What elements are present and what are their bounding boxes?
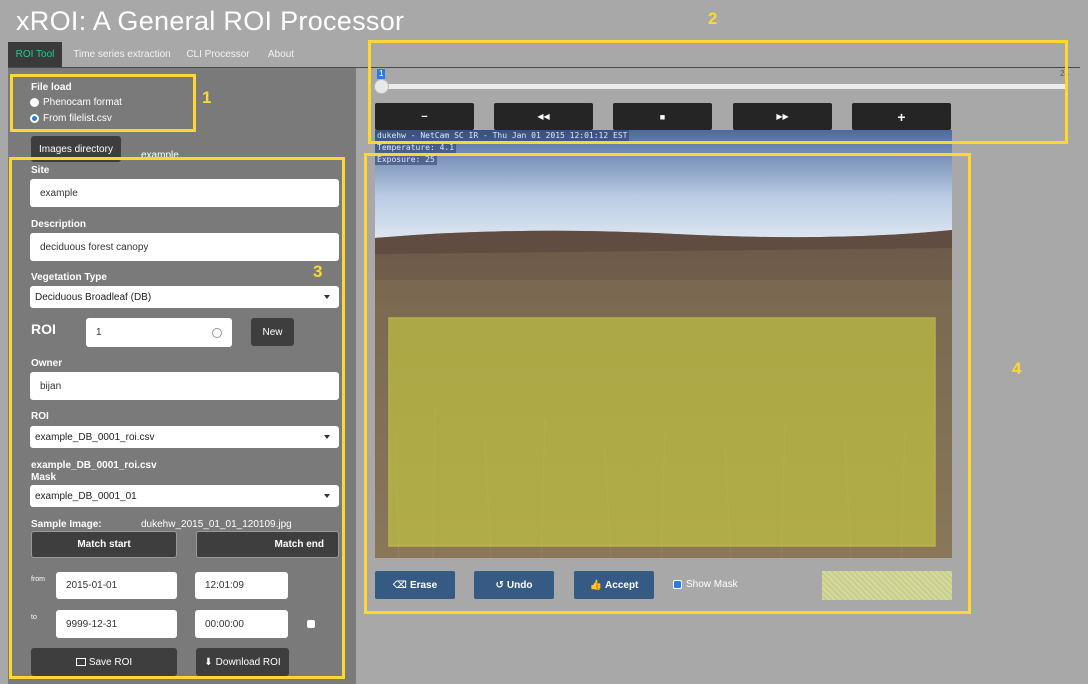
- annotation-box-1: [10, 74, 196, 132]
- tab-cli-processor[interactable]: CLI Processor: [182, 42, 254, 68]
- app-title: xROI: A General ROI Processor: [16, 6, 405, 36]
- annotation-number-2: 2: [708, 9, 718, 28]
- annotation-box-3: [9, 157, 345, 679]
- annotation-box-4: [364, 153, 971, 614]
- annotation-number-1: 1: [202, 88, 212, 107]
- annotation-box-2: [368, 40, 1068, 144]
- annotation-number-4: 4: [1012, 359, 1022, 378]
- tab-roi-tool[interactable]: ROI Tool: [8, 42, 62, 68]
- annotation-number-3: 3: [313, 262, 323, 281]
- tab-about[interactable]: About: [262, 42, 300, 68]
- tab-time-series-extraction[interactable]: Time series extraction: [70, 42, 174, 68]
